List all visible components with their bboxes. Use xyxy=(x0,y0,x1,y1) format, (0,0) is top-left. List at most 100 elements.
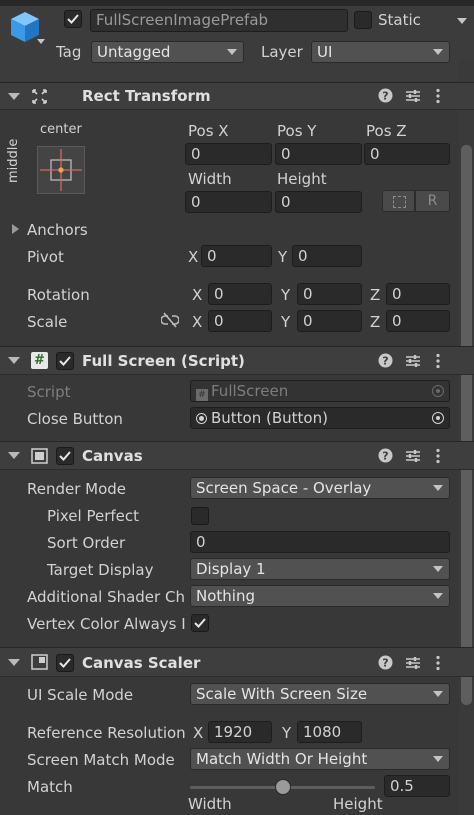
kebab-menu-icon[interactable] xyxy=(435,448,441,468)
tag-value: Untagged xyxy=(97,43,171,61)
vertex-color-checkbox[interactable] xyxy=(191,614,209,632)
script-hash-icon: # xyxy=(196,389,208,401)
scale-x-input[interactable]: 0 xyxy=(208,310,272,332)
preset-icon[interactable] xyxy=(405,353,421,373)
foldout-arrow-icon[interactable] xyxy=(8,93,20,100)
foldout-arrow-icon[interactable] xyxy=(8,452,20,459)
script-label: Script xyxy=(27,383,71,401)
rotation-label: Rotation xyxy=(27,286,90,304)
blueprint-mode-button[interactable] xyxy=(382,190,415,212)
match-input[interactable]: 0.5 xyxy=(384,775,450,797)
rect-transform-header[interactable]: Rect Transform ? xyxy=(0,82,474,110)
full-screen-header[interactable]: # Full Screen (Script) ? xyxy=(0,346,474,375)
ref-x-axis: X xyxy=(193,724,204,742)
checkmark-icon xyxy=(194,618,206,628)
help-icon[interactable]: ? xyxy=(378,88,393,107)
ui-scale-mode-dropdown[interactable]: Scale With Screen Size xyxy=(190,683,450,705)
svg-text:?: ? xyxy=(382,355,388,368)
layer-dropdown[interactable]: UI xyxy=(311,41,450,63)
ref-x-input[interactable]: 1920 xyxy=(208,721,272,743)
pivot-x-input[interactable]: 0 xyxy=(201,245,272,267)
pivot-label: Pivot xyxy=(27,248,64,266)
static-checkbox[interactable] xyxy=(354,11,372,29)
pos-z-input[interactable]: 0 xyxy=(364,143,450,165)
pos-x-input[interactable]: 0 xyxy=(185,143,272,165)
width-input[interactable]: 0 xyxy=(185,191,272,213)
help-icon[interactable]: ? xyxy=(378,353,393,372)
raw-edit-button[interactable]: R xyxy=(415,190,450,212)
chevron-down-icon xyxy=(227,49,237,55)
kebab-menu-icon[interactable] xyxy=(435,88,441,108)
layer-value: UI xyxy=(317,43,333,61)
scale-y-input[interactable]: 0 xyxy=(297,310,362,332)
dashed-square-icon xyxy=(393,196,406,208)
foldout-arrow-icon[interactable] xyxy=(8,659,20,666)
help-icon[interactable]: ? xyxy=(378,448,393,467)
rot-z-input[interactable]: 0 xyxy=(386,283,450,305)
script-hash-icon: # xyxy=(31,352,48,369)
pos-z-label: Pos Z xyxy=(366,122,407,140)
sort-order-input[interactable]: 0 xyxy=(190,531,450,553)
canvas-icon xyxy=(31,448,48,468)
checkmark-icon xyxy=(67,14,79,24)
help-icon[interactable]: ? xyxy=(378,655,393,674)
rect-transform-title: Rect Transform xyxy=(82,87,211,105)
canvas-scaler-header[interactable]: Canvas Scaler ? xyxy=(0,647,474,677)
slider-width-label: Width xyxy=(188,795,232,813)
button-ref-icon xyxy=(196,413,207,424)
anchor-preset-button[interactable] xyxy=(37,146,85,194)
foldout-arrow-icon[interactable] xyxy=(8,357,20,364)
active-checkbox[interactable] xyxy=(64,10,82,28)
unlink-icon[interactable] xyxy=(160,312,180,332)
close-button-field[interactable]: Button (Button) xyxy=(190,407,450,429)
height-input[interactable]: 0 xyxy=(275,191,362,213)
layer-label: Layer xyxy=(261,43,303,61)
pixel-perfect-checkbox[interactable] xyxy=(191,507,209,525)
canvas-enabled-checkbox[interactable] xyxy=(56,447,74,465)
preset-icon[interactable] xyxy=(405,448,421,468)
object-name-input[interactable]: FullScreenImagePrefab xyxy=(90,9,348,32)
pivot-y-input[interactable]: 0 xyxy=(292,245,362,267)
screen-match-mode-dropdown[interactable]: Match Width Or Height xyxy=(190,748,450,770)
sort-order-label: Sort Order xyxy=(47,534,126,552)
checkmark-icon xyxy=(59,658,71,668)
pivot-y-axis: Y xyxy=(278,248,288,266)
kebab-menu-icon[interactable] xyxy=(435,655,441,675)
render-mode-dropdown[interactable]: Screen Space - Overlay xyxy=(190,477,450,499)
full-screen-enabled-checkbox[interactable] xyxy=(56,352,74,370)
canvas-scaler-enabled-checkbox[interactable] xyxy=(56,654,74,672)
shader-channels-dropdown[interactable]: Nothing xyxy=(190,585,450,607)
pos-y-input[interactable]: 0 xyxy=(275,143,362,165)
preset-icon[interactable] xyxy=(405,655,421,675)
tag-label: Tag xyxy=(56,43,82,61)
scrollbar-thumb[interactable] xyxy=(461,145,472,705)
static-dropdown-caret[interactable] xyxy=(452,12,470,30)
slider-thumb[interactable] xyxy=(274,779,291,795)
checkmark-icon xyxy=(59,356,71,366)
target-display-dropdown[interactable]: Display 1 xyxy=(190,558,450,580)
canvas-title: Canvas xyxy=(82,447,143,465)
static-label: Static xyxy=(378,11,421,29)
prefab-dropdown-caret[interactable] xyxy=(37,39,45,44)
rot-x-input[interactable]: 0 xyxy=(208,283,272,305)
pivot-x-axis: X xyxy=(188,248,199,266)
script-field: # FullScreen xyxy=(190,380,450,402)
tag-dropdown[interactable]: Untagged xyxy=(91,41,244,63)
rot-y-input[interactable]: 0 xyxy=(297,283,362,305)
shader-channels-label: Additional Shader Ch xyxy=(27,588,185,606)
pos-y-label: Pos Y xyxy=(277,122,317,140)
anchors-foldout-icon[interactable] xyxy=(12,224,19,234)
ref-y-input[interactable]: 1080 xyxy=(297,721,362,743)
pos-x-label: Pos X xyxy=(188,122,229,140)
svg-text:?: ? xyxy=(382,657,388,670)
anchors-label[interactable]: Anchors xyxy=(27,220,88,240)
render-mode-label: Render Mode xyxy=(27,480,127,498)
chevron-down-icon xyxy=(433,691,443,697)
ui-scale-mode-value: Scale With Screen Size xyxy=(196,685,368,703)
preset-icon[interactable] xyxy=(405,88,421,108)
shader-channels-value: Nothing xyxy=(196,587,255,605)
scale-z-input[interactable]: 0 xyxy=(386,310,450,332)
kebab-menu-icon[interactable] xyxy=(435,353,441,373)
object-picker-icon[interactable] xyxy=(432,412,444,424)
canvas-header[interactable]: Canvas ? xyxy=(0,441,474,470)
